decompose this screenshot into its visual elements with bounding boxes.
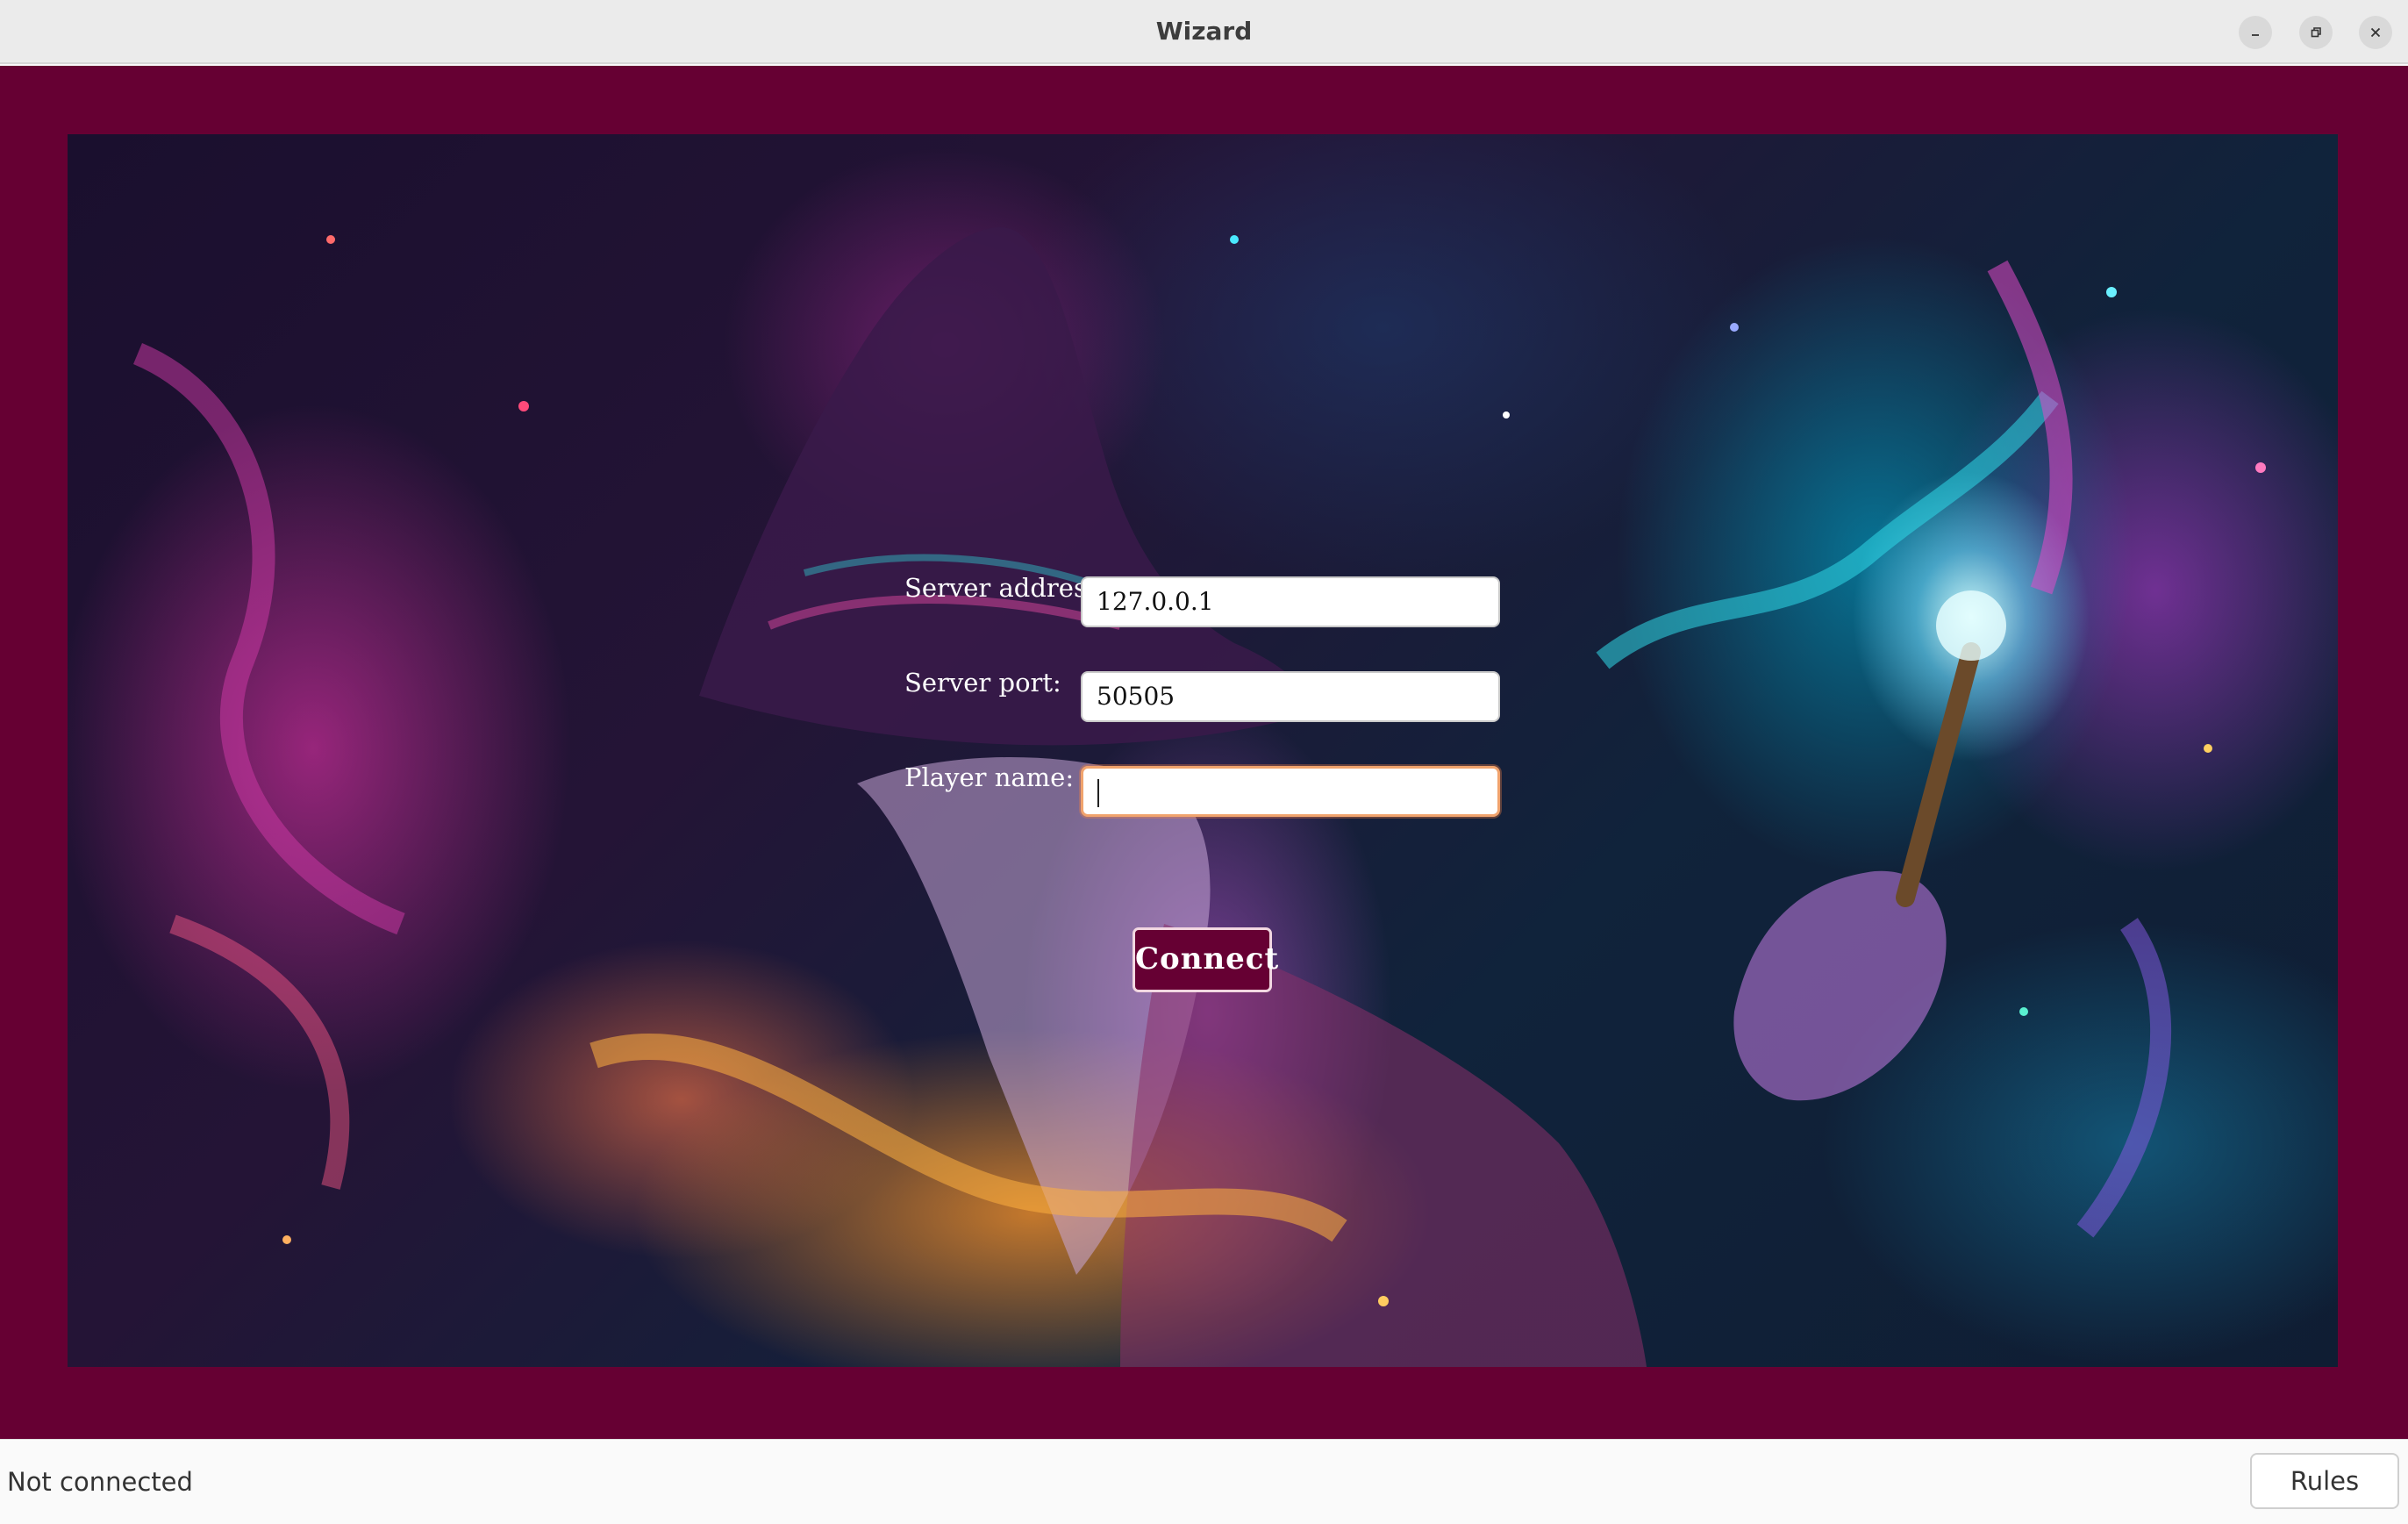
server-address-label: Server address: bbox=[904, 573, 1109, 603]
close-icon bbox=[2370, 27, 2381, 38]
connection-status: Not connected bbox=[7, 1467, 193, 1497]
connect-button[interactable]: Connect bbox=[1133, 927, 1278, 992]
wizard-artwork bbox=[132, 227, 2266, 1367]
server-address-input[interactable]: 127.0.0.1 bbox=[1081, 576, 1500, 627]
player-name-label: Player name: bbox=[904, 762, 1075, 792]
title-bar: Wizard bbox=[0, 0, 2408, 64]
server-port-input[interactable]: 50505 bbox=[1081, 671, 1500, 722]
window-title: Wizard bbox=[1155, 17, 1253, 46]
main-panel: Server address: 127.0.0.1 Server port: 5… bbox=[0, 66, 2408, 1439]
wizard-background-image bbox=[68, 134, 2338, 1367]
app-window: Wizard Server address: 127.0.0.1 Server … bbox=[0, 0, 2408, 1523]
server-port-label: Server port: bbox=[904, 668, 1061, 698]
restore-icon bbox=[2311, 27, 2321, 38]
text-caret bbox=[1097, 779, 1099, 807]
maximize-button[interactable] bbox=[2299, 16, 2333, 49]
player-name-input[interactable] bbox=[1081, 766, 1500, 817]
status-bar: Not connected Rules bbox=[0, 1439, 2408, 1523]
rules-button[interactable]: Rules bbox=[2250, 1453, 2399, 1509]
minimize-button[interactable] bbox=[2239, 16, 2272, 49]
minimize-icon bbox=[2252, 34, 2259, 36]
close-button[interactable] bbox=[2359, 16, 2392, 49]
